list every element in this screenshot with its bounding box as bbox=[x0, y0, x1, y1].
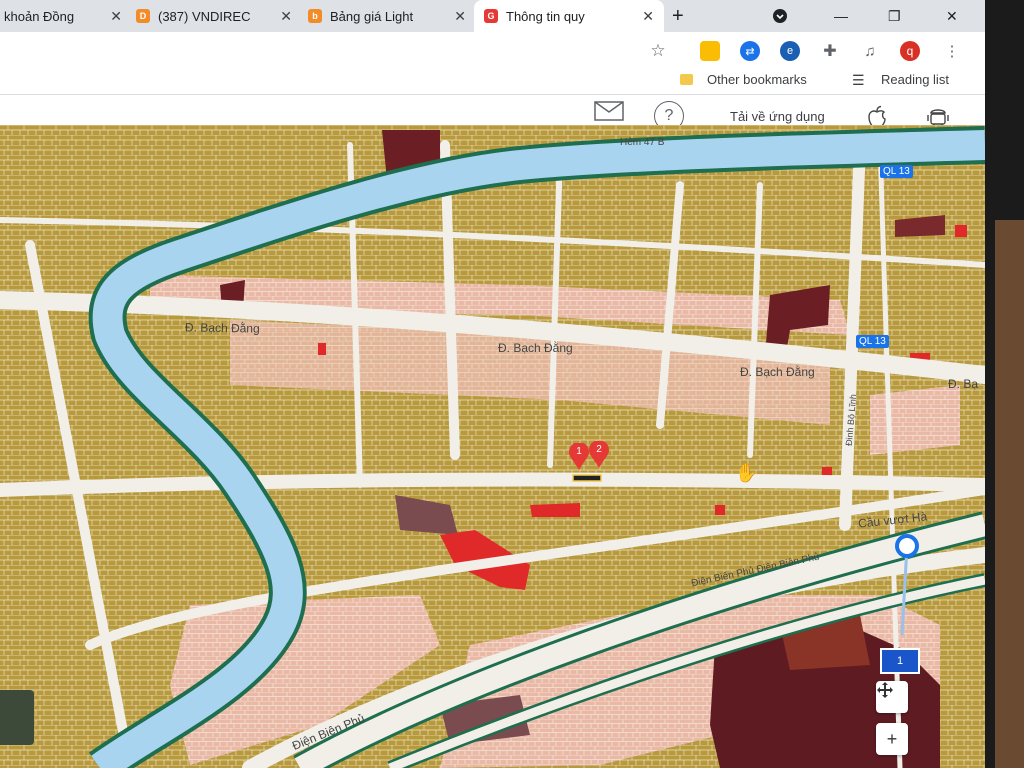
tab-favicon-icon: G bbox=[484, 9, 498, 23]
hand-cursor-icon: ✋ bbox=[735, 463, 758, 483]
background-wall bbox=[995, 220, 1024, 768]
extension-icon[interactable] bbox=[700, 41, 720, 61]
screen: khoản Đồng ✕ D (387) VNDIREC ✕ b Bảng gi… bbox=[0, 0, 985, 768]
bookmarks-bar: Other bookmarks ☰ Reading list bbox=[0, 68, 985, 95]
mail-icon[interactable] bbox=[594, 101, 624, 121]
tab-favicon-icon: D bbox=[136, 9, 150, 23]
download-app-label: Tải về ứng dụng bbox=[730, 109, 825, 124]
marker-label: 2 bbox=[596, 444, 602, 455]
reading-list-link[interactable]: Reading list bbox=[881, 72, 949, 87]
browser-tab[interactable]: D (387) VNDIREC ✕ bbox=[126, 0, 302, 32]
profile-avatar[interactable]: q bbox=[900, 41, 920, 61]
media-playlist-icon[interactable]: ♫ bbox=[860, 41, 880, 61]
extensions-puzzle-icon[interactable]: ✚ bbox=[820, 41, 840, 61]
tab-title: khoản Đồng bbox=[4, 8, 75, 24]
browser-tab[interactable]: khoản Đồng ✕ bbox=[0, 0, 132, 32]
map-canvas[interactable] bbox=[0, 125, 985, 768]
restore-icon[interactable]: ❐ bbox=[888, 0, 901, 32]
close-icon[interactable]: ✕ bbox=[110, 8, 122, 25]
zoom-in-button[interactable]: + bbox=[876, 723, 908, 755]
browser-tab[interactable]: b Bảng giá Light ✕ bbox=[298, 0, 476, 32]
move-icon[interactable] bbox=[876, 681, 908, 713]
road-label: Đ. Bạch Đằng bbox=[740, 365, 815, 379]
highlighted-parcel[interactable] bbox=[955, 225, 967, 237]
road-label: Hẻm 47 B bbox=[620, 137, 665, 148]
highlighted-parcel[interactable] bbox=[715, 505, 725, 515]
route-start-point[interactable] bbox=[895, 534, 919, 558]
highlighted-parcel[interactable] bbox=[530, 503, 580, 517]
reading-list-icon: ☰ bbox=[852, 72, 865, 88]
minimize-icon[interactable]: — bbox=[834, 0, 848, 32]
highway-badge: QL 13 bbox=[880, 165, 913, 178]
marker-base bbox=[572, 474, 602, 482]
road-label: Đ. Bạch Đằng bbox=[184, 320, 260, 336]
window-close-icon[interactable]: ✕ bbox=[946, 0, 958, 32]
highway-badge: QL 13 bbox=[856, 335, 889, 348]
browser-toolbar: ☆ ⇄ e ✚ ♫ q ⋮ bbox=[0, 32, 985, 70]
bookmark-star-icon[interactable]: ☆ bbox=[648, 41, 668, 61]
extension-translate-icon[interactable]: ⇄ bbox=[740, 41, 760, 61]
tab-favicon-icon: b bbox=[308, 9, 322, 23]
highlighted-parcel[interactable] bbox=[318, 343, 326, 355]
road-label: Đ. Bạ bbox=[948, 377, 979, 391]
tab-title: Bảng giá Light bbox=[330, 8, 414, 24]
other-bookmarks-link[interactable]: Other bookmarks bbox=[707, 72, 807, 87]
location-marker[interactable]: 1 bbox=[568, 443, 590, 471]
tab-title: (387) VNDIREC bbox=[158, 8, 251, 24]
folder-icon bbox=[680, 74, 693, 85]
marker-label: 1 bbox=[576, 446, 582, 457]
browser-tab-strip: khoản Đồng ✕ D (387) VNDIREC ✕ b Bảng gi… bbox=[0, 0, 985, 32]
tab-title: Thông tin quy bbox=[506, 8, 585, 24]
new-tab-button[interactable]: + bbox=[672, 0, 684, 32]
browser-tab-active[interactable]: G Thông tin quy ✕ bbox=[474, 0, 664, 32]
land-planning-map[interactable]: Đ. Bạch Đằng Đ. Bạch Đằng Đ. Bạch Đằng Đ… bbox=[0, 125, 985, 768]
close-icon[interactable]: ✕ bbox=[280, 8, 292, 25]
commercial-zone bbox=[870, 385, 960, 455]
location-marker[interactable]: 2 bbox=[588, 441, 610, 469]
tab-search-icon[interactable] bbox=[772, 0, 788, 32]
close-icon[interactable]: ✕ bbox=[454, 8, 466, 25]
satellite-thumbnail[interactable] bbox=[0, 690, 34, 745]
road-label: Đ. Bạch Đằng bbox=[498, 341, 573, 355]
extension-e-icon[interactable]: e bbox=[780, 41, 800, 61]
route-badge[interactable]: 1 bbox=[880, 648, 920, 674]
browser-menu-icon[interactable]: ⋮ bbox=[942, 41, 962, 61]
close-icon[interactable]: ✕ bbox=[642, 8, 654, 25]
